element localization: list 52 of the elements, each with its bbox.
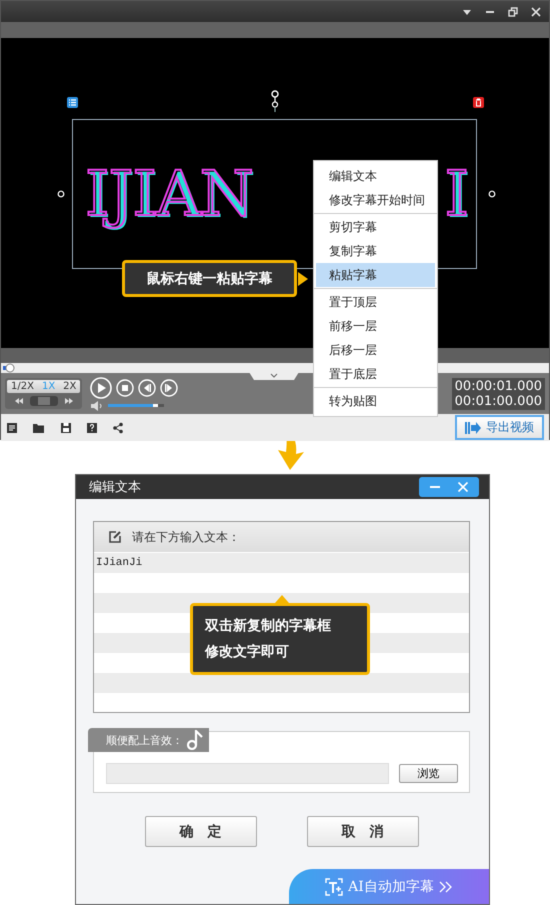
ok-button[interactable]: 确 定 — [144, 816, 256, 847]
play-button[interactable] — [90, 376, 112, 398]
callout-pointer — [275, 595, 289, 603]
stop-button[interactable] — [116, 378, 134, 396]
timeline-handle[interactable] — [5, 363, 16, 373]
timecode: 00:01:00.000 — [454, 394, 542, 408]
sound-file-field[interactable] — [106, 763, 389, 784]
browse-button[interactable]: 浏览 — [399, 764, 458, 783]
rotate-handle[interactable] — [270, 90, 280, 112]
subtitle-caption[interactable]: I — [444, 163, 468, 225]
chevron-icon — [438, 880, 453, 892]
callout-pointer — [298, 272, 308, 286]
menu-item[interactable]: 后移一层 — [316, 338, 435, 362]
menu-item[interactable]: 转为贴图 — [316, 389, 435, 413]
tip-callout: 双击新复制的字幕框 修改文字即可 — [190, 603, 370, 675]
edit-icon — [108, 530, 122, 544]
resize-handle[interactable] — [488, 190, 496, 198]
menu-item[interactable]: 置于底层 — [316, 362, 435, 386]
new-file-icon[interactable] — [6, 422, 18, 434]
menu-item[interactable]: 复制字幕 — [316, 239, 435, 263]
export-video-button[interactable]: 导出视频 — [455, 415, 544, 440]
collapse-tab[interactable] — [249, 372, 299, 380]
folder-icon[interactable] — [32, 422, 46, 434]
share-icon[interactable] — [112, 422, 124, 434]
resize-handle[interactable] — [57, 190, 65, 198]
list-icon[interactable] — [67, 97, 78, 108]
restore-icon[interactable] — [508, 6, 518, 16]
help-icon[interactable] — [86, 422, 98, 434]
volume-icon[interactable] — [90, 400, 104, 410]
text-add-icon — [325, 878, 344, 896]
menu-item[interactable]: 前移一层 — [316, 314, 435, 338]
tip-callout: 鼠标右键一粘贴字幕 — [122, 260, 297, 297]
close-icon[interactable] — [531, 6, 541, 16]
editor-prompt: 请在下方输入文本： — [132, 528, 240, 546]
menu-item[interactable]: 修改字幕开始时间 — [316, 188, 435, 212]
menu-item[interactable]: 剪切字幕 — [316, 215, 435, 239]
dialog-title: 编辑文本 — [89, 479, 141, 496]
cancel-button[interactable]: 取 消 — [306, 816, 418, 847]
menu-item[interactable]: 编辑文本 — [316, 164, 435, 188]
export-icon — [465, 420, 481, 434]
speed-option[interactable]: 1/2X — [7, 380, 38, 393]
previous-frame-button[interactable] — [138, 378, 156, 396]
music-note-icon — [187, 730, 203, 750]
delete-icon[interactable] — [473, 97, 484, 108]
menu-item[interactable]: 粘贴字幕 — [316, 263, 435, 287]
next-frame-button[interactable] — [160, 378, 178, 396]
save-icon[interactable] — [60, 422, 72, 434]
menu-item[interactable]: 置于顶层 — [316, 290, 435, 314]
speed-option[interactable]: 2X — [59, 380, 80, 393]
timecode: 00:00:01.000 — [454, 378, 542, 394]
text-editor[interactable]: 请在下方输入文本： IJianJi 双击新复制的字幕框 修改文字即可 — [93, 521, 470, 713]
sound-label: 顺便配上音效： — [106, 732, 183, 748]
